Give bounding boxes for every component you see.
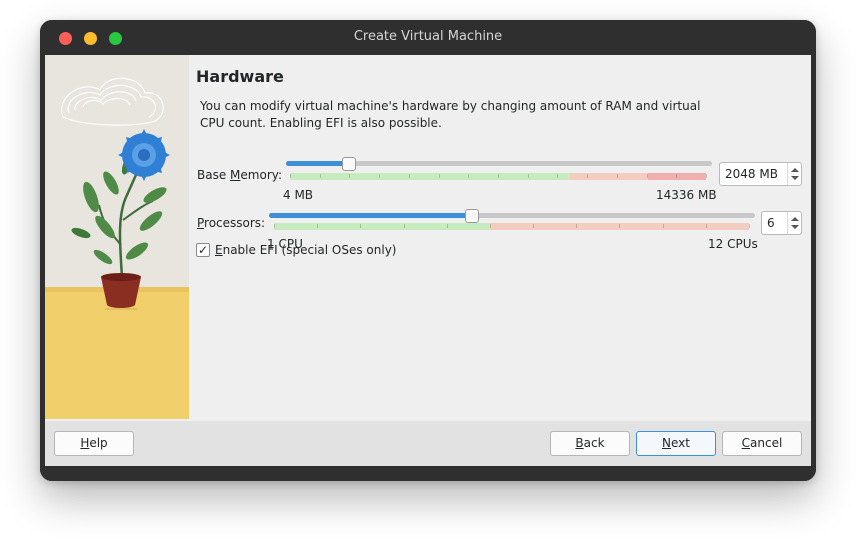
check-mark-icon: ✓ [197, 243, 209, 257]
next-button[interactable]: Next [636, 431, 716, 456]
help-button-rest: elp [89, 436, 108, 450]
back-button-mnemonic: B [575, 436, 584, 450]
memory-value[interactable]: 2048 MB [725, 167, 778, 181]
slider-tick [360, 224, 362, 228]
title-bar: Create Virtual Machine [40, 20, 816, 55]
memory-slider-handle[interactable] [341, 157, 356, 171]
slider-tick [349, 174, 351, 178]
slider-tick [438, 174, 440, 178]
help-button[interactable]: Help [54, 431, 134, 456]
cancel-button-rest: ancel [750, 436, 783, 450]
slider-tick [705, 224, 707, 228]
base-memory-label-suffix: emory: [240, 168, 283, 182]
slider-tick [274, 224, 275, 228]
window-title: Create Virtual Machine [353, 29, 503, 44]
slider-tick [706, 174, 707, 178]
help-button-mnemonic: H [80, 436, 90, 450]
memory-max-label: 14336 MB [656, 188, 717, 202]
window-bottom-edge [40, 466, 816, 481]
slider-tick [587, 174, 589, 178]
cancel-button-mnemonic: C [741, 436, 751, 450]
slider-tick [576, 224, 578, 228]
processors-value[interactable]: 6 [767, 216, 775, 230]
slider-tick [379, 174, 381, 178]
slider-tick [317, 224, 319, 228]
slider-tick [646, 174, 648, 178]
slider-tick [498, 174, 499, 178]
slider-tick [319, 174, 321, 178]
slider-tick [468, 174, 470, 178]
processors-label: Processors: [197, 216, 265, 230]
memory-spin-arrows[interactable] [787, 163, 801, 185]
processors-ok-zone [274, 223, 490, 230]
slider-tick [619, 224, 621, 228]
slider-tick [533, 224, 535, 228]
plant-illustration-icon [45, 55, 189, 419]
processors-label-suffix: rocessors: [204, 216, 266, 230]
enable-efi-checkbox[interactable]: ✓ [196, 243, 210, 257]
back-button[interactable]: Back [550, 431, 630, 456]
processors-spin-arrows[interactable] [787, 212, 801, 234]
slider-tick [489, 224, 491, 228]
page-title: Hardware [196, 67, 284, 86]
next-button-rest: ext [671, 436, 690, 450]
slider-tick [662, 224, 664, 228]
processors-slider-fill [269, 213, 473, 218]
slider-tick [749, 224, 750, 228]
base-memory-label-mnemonic: M [230, 168, 241, 182]
back-button-rest: ack [583, 436, 605, 450]
enable-efi-label-suffix: nable EFI (special OSes only) [222, 243, 397, 257]
slider-tick [408, 174, 410, 178]
memory-warn-zone [570, 173, 648, 180]
wizard-page: Hardware You can modify virtual machine'… [45, 55, 811, 466]
create-vm-window: Create Virtual Machine Hardware You can … [40, 20, 816, 481]
slider-tick [290, 174, 291, 178]
slider-tick [616, 174, 618, 178]
page-description: You can modify virtual machine's hardwar… [200, 99, 701, 130]
slider-tick [557, 174, 559, 178]
processors-label-mnemonic: P [197, 216, 205, 230]
memory-spinbox[interactable]: 2048 MB [719, 162, 802, 186]
slider-tick [676, 174, 678, 178]
slider-tick [446, 224, 448, 228]
increment-arrow-icon[interactable] [791, 168, 799, 172]
slider-tick [403, 224, 405, 228]
enable-efi-label[interactable]: Enable EFI (special OSes only) [215, 243, 396, 257]
decrement-arrow-icon[interactable] [791, 225, 799, 229]
processors-max-label: 12 CPUs [708, 237, 758, 251]
memory-min-label: 4 MB [283, 188, 314, 202]
processors-spinbox[interactable]: 6 [761, 211, 802, 235]
cancel-button[interactable]: Cancel [722, 431, 802, 456]
base-memory-label: Base Memory: [197, 168, 282, 182]
next-button-mnemonic: N [662, 436, 671, 450]
wizard-button-bar: Help Back Next Cancel [45, 421, 811, 466]
increment-arrow-icon[interactable] [791, 217, 799, 221]
processors-slider-handle[interactable] [465, 209, 480, 223]
enable-efi-label-mnemonic: E [215, 243, 223, 257]
slider-tick [527, 174, 529, 178]
decrement-arrow-icon[interactable] [791, 176, 799, 180]
wizard-illustration [45, 55, 189, 419]
base-memory-label-prefix: Base [197, 168, 231, 182]
memory-slider-fill [286, 161, 349, 166]
